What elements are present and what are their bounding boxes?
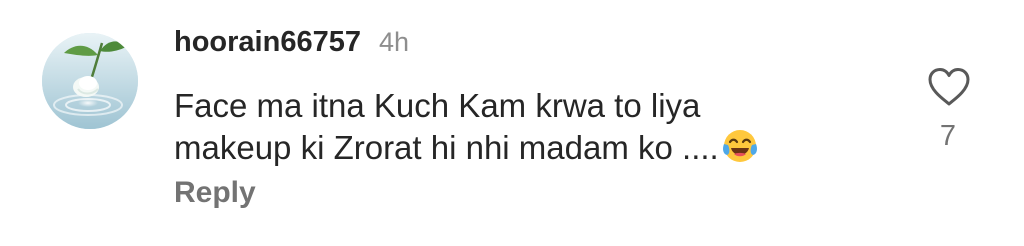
comment-text: Face ma itna Kuch Kam krwa to liya makeu… bbox=[174, 87, 719, 166]
comment-item: hoorain66757 4h Face ma itna Kuch Kam kr… bbox=[0, 0, 1024, 246]
like-count: 7 bbox=[939, 120, 957, 152]
username[interactable]: hoorain66757 bbox=[174, 26, 361, 59]
timestamp: 4h bbox=[378, 27, 410, 57]
face-with-tears-of-joy-icon bbox=[722, 130, 757, 162]
comment-text-block: Face ma itna Kuch Kam krwa to liya makeu… bbox=[174, 85, 894, 169]
avatar-image bbox=[42, 33, 138, 129]
comment-header: hoorain66757 4h bbox=[174, 26, 409, 62]
heart-outline-icon[interactable] bbox=[926, 66, 972, 108]
reply-button[interactable]: Reply bbox=[174, 176, 256, 210]
avatar[interactable] bbox=[42, 33, 138, 129]
